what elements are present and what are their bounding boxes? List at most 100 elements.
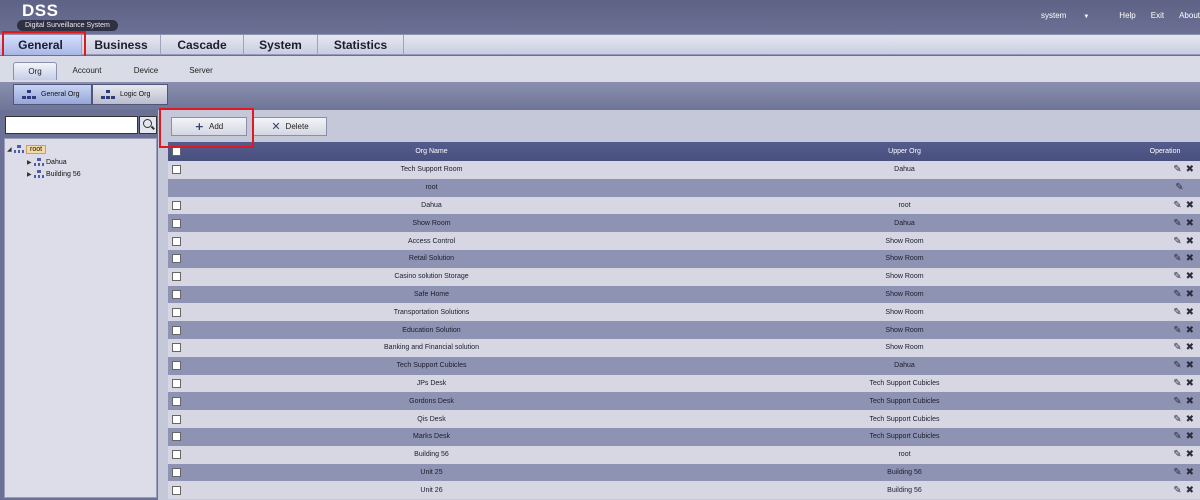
table-row[interactable]: Safe Home Show Room ✎ ✖ [168, 285, 1200, 304]
table-row[interactable]: Unit 25 Building 56 ✎ ✖ [168, 463, 1200, 482]
search-icon[interactable] [139, 116, 157, 134]
tab-cascade[interactable]: Cascade [161, 35, 244, 55]
edit-icon[interactable]: ✎ [1173, 485, 1181, 496]
tab-system[interactable]: System [244, 35, 318, 55]
delete-icon[interactable]: ✖ [1186, 236, 1194, 247]
table-row[interactable]: Tech Support Room Dahua ✎ ✖ [168, 161, 1200, 179]
table-row[interactable]: Marks Desk Tech Support Cubicles ✎ ✖ [168, 427, 1200, 446]
delete-icon[interactable]: ✖ [1186, 467, 1194, 478]
subtab-org[interactable]: Org [13, 62, 57, 80]
delete-icon[interactable]: ✖ [1186, 342, 1194, 353]
column-header-org-name[interactable]: Org Name [184, 142, 679, 161]
exit-link[interactable]: Exit [1151, 11, 1164, 20]
row-checkbox[interactable] [171, 165, 181, 175]
table-row[interactable]: Transportation Solutions Show Room ✎ ✖ [168, 303, 1200, 322]
table-row[interactable]: Qis Desk Tech Support Cubicles ✎ ✖ [168, 410, 1200, 428]
subtab-account[interactable]: Account [64, 62, 110, 80]
row-checkbox[interactable] [171, 272, 181, 282]
delete-icon[interactable]: ✖ [1186, 218, 1194, 229]
tree-node-root[interactable]: ◢ root [7, 144, 47, 155]
edit-icon[interactable]: ✎ [1173, 253, 1181, 264]
edit-icon[interactable]: ✎ [1173, 271, 1181, 282]
logic-org-button[interactable]: Logic Org [92, 84, 168, 105]
tab-business[interactable]: Business [82, 35, 161, 55]
delete-icon[interactable]: ✖ [1186, 253, 1194, 264]
delete-button[interactable]: ✕ Delete [253, 117, 327, 136]
edit-icon[interactable]: ✎ [1173, 307, 1181, 318]
edit-icon[interactable]: ✎ [1173, 218, 1181, 229]
delete-icon[interactable]: ✖ [1186, 485, 1194, 496]
row-checkbox[interactable] [171, 289, 181, 299]
table-row[interactable]: Building 56 root ✎ ✖ [168, 445, 1200, 464]
table-row[interactable]: Banking and Financial solution Show Room ✎… [168, 338, 1200, 357]
about-link[interactable]: About [1179, 11, 1200, 20]
table-row[interactable]: Show Room Dahua ✎ ✖ [168, 214, 1200, 233]
edit-icon[interactable]: ✎ [1173, 467, 1181, 478]
edit-icon[interactable]: ✎ [1173, 164, 1181, 175]
row-checkbox[interactable] [171, 396, 181, 406]
row-checkbox[interactable] [171, 307, 181, 317]
table-row[interactable]: JPs Desk Tech Support Cubicles ✎ ✖ [168, 374, 1200, 393]
edit-icon[interactable]: ✎ [1173, 289, 1181, 300]
table-row[interactable]: root ✎ [168, 178, 1200, 197]
edit-icon[interactable]: ✎ [1173, 200, 1181, 211]
table-row[interactable]: Dahua root ✎ ✖ [168, 196, 1200, 215]
delete-icon[interactable]: ✖ [1186, 271, 1194, 282]
tree-node-building-56[interactable]: ▶ Building 56 [27, 169, 81, 180]
table-row[interactable]: Tech Support Cubicles Dahua ✎ ✖ [168, 356, 1200, 375]
subtab-device[interactable]: Device [124, 62, 168, 80]
edit-icon[interactable]: ✎ [1173, 342, 1181, 353]
row-checkbox[interactable] [171, 432, 181, 442]
select-all-checkbox[interactable] [171, 147, 181, 156]
edit-icon[interactable]: ✎ [1173, 378, 1181, 389]
tree-node-dahua[interactable]: ▶ Dahua [27, 157, 67, 168]
edit-icon[interactable]: ✎ [1173, 325, 1181, 336]
row-checkbox[interactable] [171, 200, 181, 210]
subtab-server[interactable]: Server [179, 62, 223, 80]
row-checkbox[interactable] [171, 378, 181, 388]
delete-icon[interactable]: ✖ [1186, 200, 1194, 211]
add-button[interactable]: + Add [171, 117, 247, 136]
delete-icon[interactable]: ✖ [1186, 396, 1194, 407]
row-checkbox[interactable] [171, 485, 181, 495]
delete-icon[interactable]: ✖ [1186, 360, 1194, 371]
delete-icon[interactable]: ✖ [1186, 164, 1194, 175]
tab-statistics[interactable]: Statistics [318, 35, 404, 55]
delete-icon[interactable]: ✖ [1186, 449, 1194, 460]
row-checkbox[interactable] [171, 414, 181, 424]
edit-icon[interactable]: ✎ [1173, 396, 1181, 407]
row-checkbox[interactable] [171, 450, 181, 460]
search-input[interactable] [5, 116, 138, 134]
tab-general[interactable]: General [0, 35, 82, 55]
collapse-arrow-icon[interactable]: ◢ [7, 146, 14, 153]
table-row[interactable]: Retail Solution Show Room ✎ ✖ [168, 249, 1200, 268]
edit-icon[interactable]: ✎ [1173, 236, 1181, 247]
help-link[interactable]: Help [1119, 11, 1135, 20]
delete-icon[interactable]: ✖ [1186, 289, 1194, 300]
user-menu[interactable]: system ▼ [1041, 11, 1104, 20]
table-row[interactable]: Access Control Show Room ✎ ✖ [168, 232, 1200, 250]
row-checkbox[interactable] [171, 236, 181, 246]
delete-icon[interactable]: ✖ [1186, 307, 1194, 318]
delete-icon[interactable]: ✖ [1186, 431, 1194, 442]
table-row[interactable]: Unit 26 Building 56 ✎ ✖ [168, 481, 1200, 500]
row-checkbox[interactable] [171, 361, 181, 371]
general-org-button[interactable]: General Org [13, 84, 92, 105]
edit-icon[interactable]: ✎ [1173, 431, 1181, 442]
row-checkbox[interactable] [171, 218, 181, 228]
row-checkbox[interactable] [171, 343, 181, 353]
row-checkbox[interactable] [171, 325, 181, 335]
column-header-upper-org[interactable]: Upper Org [679, 142, 1130, 161]
row-checkbox[interactable] [171, 467, 181, 477]
edit-icon[interactable]: ✎ [1173, 449, 1181, 460]
row-checkbox[interactable] [171, 254, 181, 264]
delete-icon[interactable]: ✖ [1186, 378, 1194, 389]
edit-icon[interactable]: ✎ [1175, 182, 1183, 193]
table-row[interactable]: Casino solution Storage Show Room ✎ ✖ [168, 267, 1200, 286]
edit-icon[interactable]: ✎ [1173, 360, 1181, 371]
edit-icon[interactable]: ✎ [1173, 414, 1181, 425]
table-row[interactable]: Education Solution Show Room ✎ ✖ [168, 321, 1200, 339]
delete-icon[interactable]: ✖ [1186, 414, 1194, 425]
delete-icon[interactable]: ✖ [1186, 325, 1194, 336]
expand-arrow-icon[interactable]: ▶ [27, 171, 34, 178]
